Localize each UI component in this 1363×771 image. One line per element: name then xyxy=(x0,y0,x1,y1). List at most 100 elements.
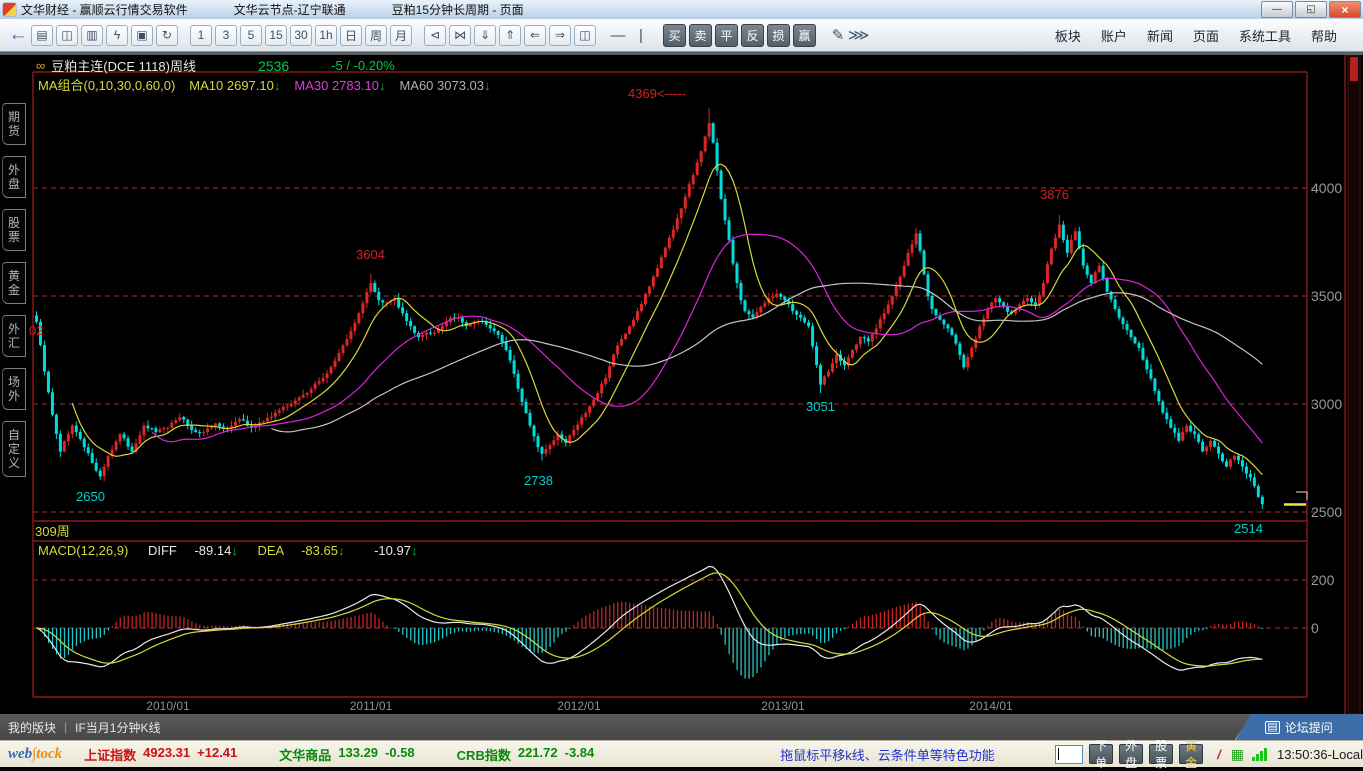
forum-icon: ▤ xyxy=(1265,721,1279,734)
page-up-icon[interactable]: ⇑ xyxy=(499,25,521,46)
trade-button-5[interactable]: 赢 xyxy=(793,24,816,47)
price-annotation: 3876 xyxy=(1040,187,1069,202)
page-down-icon[interactable]: ⇓ xyxy=(474,25,496,46)
split-screen-icon[interactable]: ◫ xyxy=(574,25,596,46)
last-price-tick xyxy=(1284,503,1306,506)
app-title: 文华财经 - 赢顺云行情交易软件 xyxy=(21,1,188,18)
menu-item[interactable]: 页面 xyxy=(1193,26,1219,45)
compress-bars-icon[interactable]: ⊲ xyxy=(424,25,446,46)
pencil-icon[interactable]: ✎ xyxy=(828,25,848,46)
period-button-日[interactable]: 日 xyxy=(340,25,362,46)
menu-item[interactable]: 帮助 xyxy=(1311,26,1337,45)
trade-button-4[interactable]: 损 xyxy=(767,24,790,47)
main-menu: 板块 账户 新闻 页面 系统工具 帮助 xyxy=(1055,26,1355,45)
restore-button[interactable]: ◱ xyxy=(1295,1,1327,18)
index-quote: CRB指数221.72-3.84 xyxy=(457,745,595,764)
x-axis-label: 2013/01 xyxy=(748,699,818,713)
index-quote: 上证指数4923.31+12.41 xyxy=(84,745,237,764)
h-line-tool-icon[interactable]: — xyxy=(608,25,628,46)
kline-chart-icon[interactable]: ▥ xyxy=(81,25,103,46)
my-block-label[interactable]: 我的版块 xyxy=(8,719,56,736)
flash-icon[interactable]: ϟ xyxy=(106,25,128,46)
code-input[interactable] xyxy=(1055,745,1083,764)
macd-name: MACD(12,26,9) xyxy=(38,543,128,558)
period-button-3[interactable]: 3 xyxy=(215,25,237,46)
period-button-周[interactable]: 周 xyxy=(365,25,387,46)
bar-count-label: 309周 xyxy=(35,521,70,540)
page-title: 豆粕15分钟长周期 - 页面 xyxy=(392,1,524,18)
menu-item[interactable]: 板块 xyxy=(1055,26,1081,45)
sidebar-tab-黄金[interactable]: 黄金 xyxy=(2,262,26,304)
ma-value-MA10: MA10 2697.10↓ xyxy=(189,78,280,93)
ma-value-MA60: MA60 3073.03↓ xyxy=(399,78,490,93)
scroll-left-icon[interactable]: ⇐ xyxy=(524,25,546,46)
diff-down-arrow: ↓ xyxy=(231,543,238,558)
ma30-line xyxy=(152,234,1262,443)
quick-button-下单[interactable]: 下单 xyxy=(1089,744,1113,764)
keyboard-icon[interactable]: ▦ xyxy=(1231,746,1244,763)
candles xyxy=(35,108,1264,509)
price-annotation: 2738 xyxy=(524,473,553,488)
hist-down-arrow: ↓ xyxy=(411,543,418,558)
close-button[interactable]: × xyxy=(1329,1,1361,18)
quote-header: ∞ 豆粕主连(DCE 1118)周线 2536 -5 / -0.20% xyxy=(36,56,395,75)
macd-hist-value: -10.97 xyxy=(374,543,411,558)
quick-button-外盘[interactable]: 外盘 xyxy=(1119,744,1143,764)
period-button-15[interactable]: 15 xyxy=(265,25,287,46)
menu-item[interactable]: 新闻 xyxy=(1147,26,1173,45)
last-price: 2536 xyxy=(258,58,289,74)
sidebar-tab-期货[interactable]: 期货 xyxy=(2,103,26,145)
cloud-node-label: 文华云节点-辽宁联通 xyxy=(234,1,346,18)
chart-scrollbar xyxy=(1348,55,1360,714)
more-tools-icon[interactable]: ⋙ xyxy=(848,25,869,46)
macd-indicator-header: MACD(12,26,9) DIFF -89.14↓ DEA -83.65↓ -… xyxy=(38,543,417,558)
trade-button-0[interactable]: 买 xyxy=(663,24,686,47)
price-annotation: 2514 xyxy=(1234,521,1263,536)
period-button-1[interactable]: 1 xyxy=(190,25,212,46)
draw-line-icon[interactable]: / xyxy=(1217,747,1221,762)
trade-button-1[interactable]: 卖 xyxy=(689,24,712,47)
trade-button-2[interactable]: 平 xyxy=(715,24,738,47)
sidebar-tab-场外[interactable]: 场外 xyxy=(2,368,26,410)
period-button-5[interactable]: 5 xyxy=(240,25,262,46)
quote-list-icon[interactable]: ▤ xyxy=(31,25,53,46)
expand-bars-icon[interactable]: ⋈ xyxy=(449,25,471,46)
v-line-tool-icon[interactable]: | xyxy=(631,25,651,46)
quick-button-股票[interactable]: 股票 xyxy=(1149,744,1173,764)
back-icon[interactable]: ← xyxy=(8,25,28,46)
main-chart-canvas[interactable] xyxy=(28,55,1363,714)
menu-item[interactable]: 账户 xyxy=(1101,26,1127,45)
workspace-name[interactable]: IF当月1分钟K线 xyxy=(75,719,160,736)
x-axis-label: 2012/01 xyxy=(544,699,614,713)
sidebar-tab-外汇[interactable]: 外汇 xyxy=(2,315,26,357)
sidebar-tab-自定义[interactable]: 自定义 xyxy=(2,421,26,477)
x-axis-label: 2011/01 xyxy=(336,699,406,713)
macd-histogram xyxy=(40,602,1263,679)
trade-button-3[interactable]: 反 xyxy=(741,24,764,47)
price-annotation: 3051 xyxy=(806,399,835,414)
status-bar: web∫tock 上证指数4923.31+12.41文华商品133.29-0.5… xyxy=(0,740,1363,767)
period-button-30[interactable]: 30 xyxy=(290,25,312,46)
index-quote: 文华商品133.29-0.58 xyxy=(279,745,414,764)
sidebar-tab-股票[interactable]: 股票 xyxy=(2,209,26,251)
sidebar-tab-外盘[interactable]: 外盘 xyxy=(2,156,26,198)
y-axis-label: 3500 xyxy=(1311,288,1351,304)
ma10-line xyxy=(72,164,1262,475)
forum-ask-button[interactable]: ▤ 论坛提问 xyxy=(1235,714,1363,740)
scroll-right-icon[interactable]: ⇒ xyxy=(549,25,571,46)
diff-value: -89.14 xyxy=(194,543,231,558)
period-button-1h[interactable]: 1h xyxy=(315,25,337,46)
chart-region: ∞ 豆粕主连(DCE 1118)周线 2536 -5 / -0.20% MA组合… xyxy=(28,55,1363,714)
period-button-月[interactable]: 月 xyxy=(390,25,412,46)
save-icon[interactable]: ▣ xyxy=(131,25,153,46)
ma-group-label: MA组合(0,10,30,0,60,0) xyxy=(38,78,175,93)
instrument-name: 豆粕主连(DCE 1118)周线 xyxy=(51,56,196,75)
menu-item[interactable]: 系统工具 xyxy=(1239,26,1291,45)
trend-chart-icon[interactable]: ◫ xyxy=(56,25,78,46)
quick-button-黄金[interactable]: 黄金 xyxy=(1179,744,1203,764)
dea-down-arrow: ↓ xyxy=(338,543,345,558)
minimize-button[interactable]: — xyxy=(1261,1,1293,18)
market-sidebar: 期货外盘股票黄金外汇场外自定义 xyxy=(0,55,28,714)
refresh-icon[interactable]: ↻ xyxy=(156,25,178,46)
x-axis-label: 2010/01 xyxy=(133,699,203,713)
